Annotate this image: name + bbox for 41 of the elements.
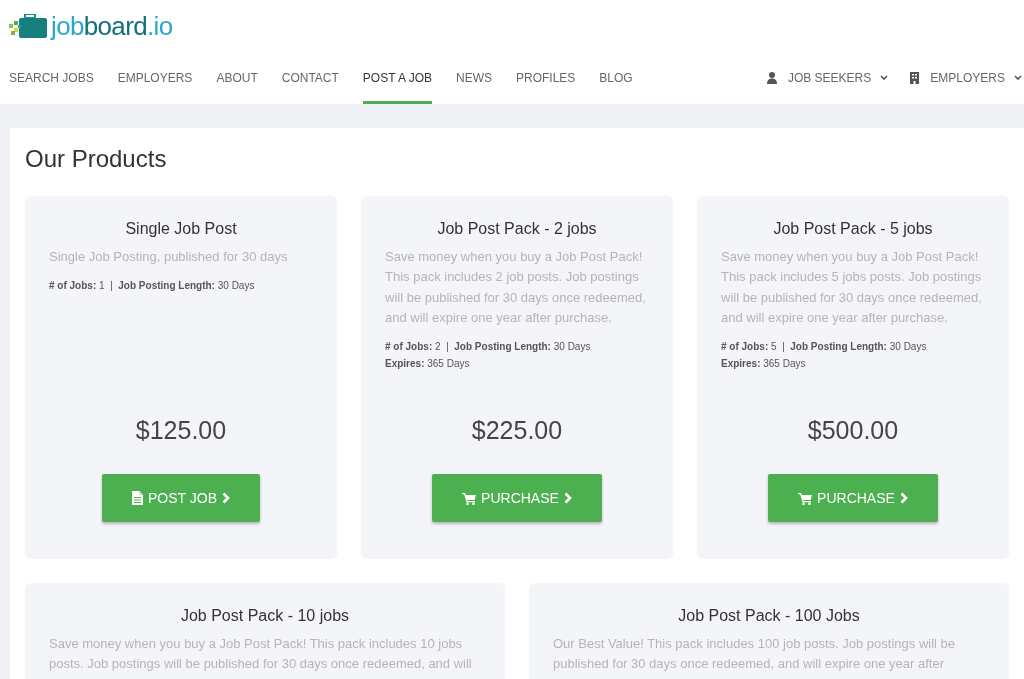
cart-icon xyxy=(798,491,813,505)
nav-tab[interactable]: ABOUT xyxy=(216,52,258,104)
product-detail: Expires: 365 Days xyxy=(385,357,471,372)
nav-dropdown[interactable]: EMPLOYERS xyxy=(910,52,1022,104)
document-icon xyxy=(132,491,143,505)
page-heading: Our Products xyxy=(25,144,168,174)
chevron-right-icon xyxy=(563,492,572,504)
product-title: Job Post Pack - 2 jobs xyxy=(436,219,598,239)
product-detail: # of Jobs: 1 | Job Posting Length: 30 Days xyxy=(49,279,256,294)
product-detail: # of Jobs: 5 | Job Posting Length: 30 Days xyxy=(721,340,928,355)
nav-tab[interactable]: PROFILES xyxy=(516,52,576,104)
product-title: Job Post Pack - 100 Jobs xyxy=(677,606,861,626)
building-icon xyxy=(910,72,920,84)
chevron-right-icon xyxy=(222,492,230,504)
product-price: $225.00 xyxy=(470,415,564,445)
product-price: $125.00 xyxy=(134,415,228,445)
nav-tab[interactable]: NEWS xyxy=(456,52,492,104)
chevron-right-icon xyxy=(899,492,908,504)
product-title: Single Job Post xyxy=(124,219,238,239)
product-detail: Expires: 365 Days xyxy=(721,357,807,372)
product-title: Job Post Pack - 10 jobs xyxy=(179,606,351,626)
product-price: $500.00 xyxy=(806,415,900,445)
nav-tab[interactable]: EMPLOYERS xyxy=(117,52,193,104)
nav-tab[interactable]: SEARCH JOBS xyxy=(9,52,94,104)
chevron-down-icon xyxy=(1014,75,1022,81)
logo-text[interactable]: jobboard.io xyxy=(51,13,173,39)
product-description: Save money when you buy a Job Post Pack! This pack includes 2 job posts. Job postings will be published for 30 days once redeemed, and will expire one year after purchase. xyxy=(385,248,647,327)
product-description: Our Best Value! This pack includes 100 job posts. Job postings will be published for 30 days once redeemed, and will expire one year after xyxy=(553,635,957,674)
cart-icon xyxy=(462,491,477,505)
product-title: Job Post Pack - 5 jobs xyxy=(772,219,934,239)
nav-tab[interactable]: BLOG xyxy=(599,52,633,104)
product-description: Single Job Posting, published for 30 days xyxy=(49,248,289,266)
briefcase-logo-icon xyxy=(9,14,47,38)
product-description: Save money when you buy a Job Post Pack! This pack includes 10 jobs posts. Job postings will be published for 30 days once redeemed, and will xyxy=(49,635,473,674)
nav-tab[interactable]: POST A JOB xyxy=(362,52,432,104)
product-description: Save money when you buy a Job Post Pack! This pack includes 5 jobs posts. Job postings will be published for 30 days once redeemed, and will expire one year after purchase. xyxy=(721,248,983,327)
product-detail: # of Jobs: 2 | Job Posting Length: 30 Days xyxy=(385,340,592,355)
nav-dropdown[interactable]: JOB SEEKERS xyxy=(766,52,889,104)
nav-tab[interactable]: CONTACT xyxy=(281,52,339,104)
chevron-down-icon xyxy=(880,75,889,81)
person-icon xyxy=(766,72,777,84)
